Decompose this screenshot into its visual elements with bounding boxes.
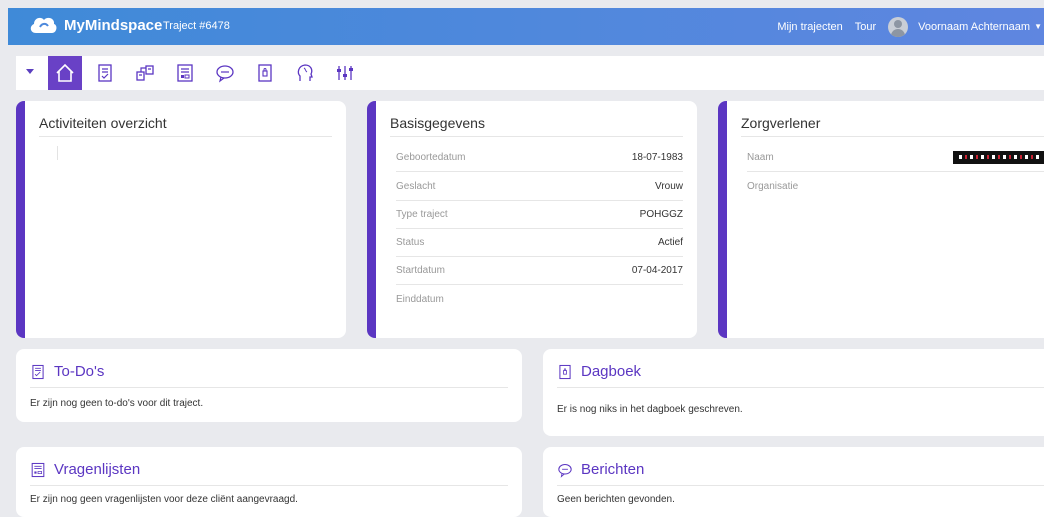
label: Naam <box>747 151 774 163</box>
label: Type traject <box>396 208 448 220</box>
user-menu[interactable]: Voornaam Achternaam ▼ <box>918 21 1044 33</box>
nav-mijn-trajecten[interactable]: Mijn trajecten <box>777 21 842 33</box>
row-einddatum: Einddatum <box>396 285 683 313</box>
diary-icon <box>559 364 571 379</box>
row-naam: Naam <box>747 143 1044 172</box>
label: Startdatum <box>396 264 445 276</box>
activities-title: Activiteiten overzicht <box>39 115 167 131</box>
brand-logo[interactable]: MyMindspace <box>28 15 162 35</box>
questionnaire-icon[interactable] <box>174 62 196 84</box>
value: 18-07-1983 <box>631 151 683 163</box>
redacted-name <box>953 150 1044 164</box>
divider <box>30 387 508 388</box>
label: Organisatie <box>747 180 799 192</box>
todos-card: To-Do's Er zijn nog geen to-do's voor di… <box>16 349 522 422</box>
collapse-caret-icon[interactable] <box>26 69 34 74</box>
value: Vrouw <box>655 180 683 192</box>
berichten-header[interactable]: Berichten <box>557 461 644 478</box>
user-name: Voornaam Achternaam <box>918 20 1031 33</box>
chevron-down-icon: ▼ <box>1034 22 1042 31</box>
todos-empty-text: Er zijn nog geen to-do's voor dit trajec… <box>30 398 204 409</box>
cloud-logo-icon <box>30 17 57 33</box>
traject-id: Traject #6478 <box>163 20 230 32</box>
berichten-title: Berichten <box>581 461 645 478</box>
label: Einddatum <box>396 293 444 305</box>
sliders-icon[interactable] <box>334 62 356 84</box>
nav-right: Mijn trajecten Tour Voornaam Achternaam … <box>777 8 1044 45</box>
basisgegevens-title: Basisgegevens <box>390 115 485 131</box>
dagboek-empty-text: Er is nog niks in het dagboek geschreven… <box>557 404 743 415</box>
home-icon <box>56 63 74 82</box>
value: POHGGZ <box>639 208 683 220</box>
divider <box>39 136 332 137</box>
head-icon[interactable] <box>294 62 316 84</box>
row-type-traject: Type traject POHGGZ <box>396 200 683 229</box>
row-startdatum: Startdatum 07-04-2017 <box>396 256 683 285</box>
brand-name: MyMindspace <box>64 16 163 34</box>
activities-card: Activiteiten overzicht <box>16 101 346 338</box>
vragenlijsten-header[interactable]: Vragenlijsten <box>30 461 140 478</box>
row-geslacht: Geslacht Vrouw <box>396 172 683 201</box>
row-geboortedatum: Geboortedatum 18-07-1983 <box>396 143 683 172</box>
label: Geslacht <box>396 180 436 192</box>
todos-title: To-Do's <box>54 363 105 380</box>
avatar[interactable] <box>888 16 909 37</box>
label: Status <box>396 236 425 248</box>
berichten-empty-text: Geen berichten gevonden. <box>557 494 675 505</box>
divider <box>30 485 508 486</box>
network-icon[interactable] <box>134 62 156 84</box>
activity-timeline <box>57 146 58 160</box>
chat-icon[interactable] <box>214 62 236 84</box>
zorgverlener-title: Zorgverlener <box>741 115 821 131</box>
todos-header[interactable]: To-Do's <box>30 363 104 380</box>
label: Geboortedatum <box>396 151 466 163</box>
divider <box>741 136 1044 137</box>
row-organisatie: Organisatie <box>747 172 1044 200</box>
basisgegevens-card: Basisgegevens Geboortedatum 18-07-1983 G… <box>367 101 697 338</box>
divider <box>557 485 1044 486</box>
module-toolbar <box>16 56 1044 90</box>
divider <box>557 387 1044 388</box>
questionnaire-icon <box>31 462 45 477</box>
vragenlijsten-empty-text: Er zijn nog geen vragenlijsten voor deze… <box>30 494 298 505</box>
row-status: Status Actief <box>396 228 683 257</box>
dagboek-card: Dagboek Er is nog niks in het dagboek ge… <box>543 349 1044 436</box>
zorgverlener-card: Zorgverlener Naam Organisatie <box>718 101 1044 338</box>
vragenlijsten-title: Vragenlijsten <box>54 461 141 478</box>
tab-home[interactable] <box>48 56 82 90</box>
todo-icon[interactable] <box>94 62 116 84</box>
chat-icon <box>558 463 572 478</box>
divider <box>390 136 683 137</box>
todo-icon <box>32 364 44 379</box>
top-navigation-bar: MyMindspace Traject #6478 Mijn trajecten… <box>8 8 1044 45</box>
dagboek-header[interactable]: Dagboek <box>557 363 641 380</box>
value: Actief <box>657 236 683 248</box>
diary-icon[interactable] <box>254 62 276 84</box>
value: 07-04-2017 <box>631 264 683 276</box>
nav-tour[interactable]: Tour <box>855 21 876 33</box>
dagboek-title: Dagboek <box>581 363 642 380</box>
